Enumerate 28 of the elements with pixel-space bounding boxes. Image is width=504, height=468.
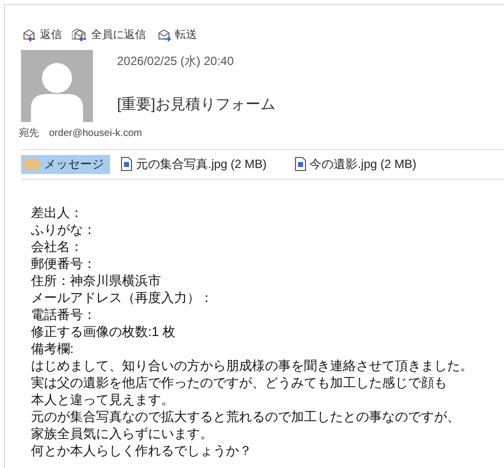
message-line: はじめまして、知り合いの方から朋成様の事を聞き連絡させて頂きました。 bbox=[31, 356, 474, 374]
avatar-icon bbox=[21, 50, 93, 122]
subject-text: [重要]お見積りフォーム bbox=[117, 94, 276, 114]
message-line: 元のが集合写真なので拡大すると荒れるので加工したとの事なのですが、 bbox=[31, 408, 461, 424]
message-line: 備考欄: bbox=[31, 340, 75, 356]
message-line: 差出人： bbox=[31, 204, 84, 220]
toolbar-button[interactable]: 転送 bbox=[156, 27, 197, 44]
toolbar-button[interactable]: 全員に返信 bbox=[72, 27, 146, 44]
message-line: 修正する画像の枚数:1 枚 bbox=[31, 322, 176, 340]
message-line: 会社名： bbox=[31, 238, 84, 254]
attachment-tab[interactable]: 元の集合写真.jpg (2 MB) bbox=[118, 154, 270, 174]
image-file-icon bbox=[294, 157, 306, 171]
attachment-tab[interactable]: 今の遺影.jpg (2 MB) bbox=[292, 154, 420, 174]
message-line: 郵便番号： bbox=[31, 254, 97, 272]
message-line: 本人と違って見えます。 bbox=[31, 390, 175, 408]
attachment-tab[interactable]: メッセージ bbox=[21, 154, 110, 174]
message-line: 家族全員気に入らずにいます。 bbox=[31, 424, 214, 442]
message-line: メールアドレス（再度入力）： bbox=[31, 288, 214, 306]
message-line: ふりがな： bbox=[31, 220, 97, 238]
message-line: 実は父の遺影を他店で作ったのですが、どうみても加工した感じで顔も bbox=[31, 374, 448, 390]
message-line: 電話番号： bbox=[31, 306, 97, 322]
recipient-address: order@housei-k.com bbox=[49, 126, 142, 140]
message-line: 何とか本人らしく作れるでしょうか？ bbox=[31, 442, 253, 458]
toolbar-button[interactable]: 返信 bbox=[21, 27, 62, 44]
recipient-label: 宛先 bbox=[19, 126, 39, 140]
date-text: 2026/02/25 (水) 20:40 bbox=[117, 52, 235, 70]
message-line: 住所：神奈川県横浜市 bbox=[31, 272, 162, 288]
image-file-icon bbox=[121, 157, 132, 171]
